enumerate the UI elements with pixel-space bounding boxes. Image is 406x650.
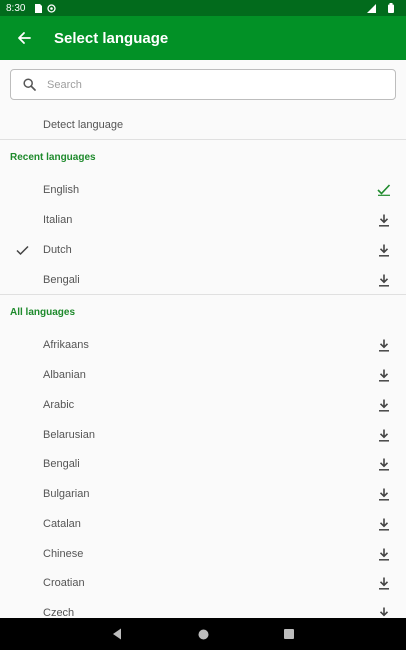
divider (0, 139, 406, 140)
download-icon[interactable] (376, 272, 392, 288)
download-icon[interactable] (376, 242, 392, 258)
language-label: Albanian (43, 369, 86, 381)
language-label: Italian (43, 214, 73, 226)
nav-back-button[interactable] (110, 627, 124, 641)
detect-language-item[interactable]: Detect language (0, 110, 406, 140)
download-icon[interactable] (376, 427, 392, 443)
language-item[interactable]: Albanian (0, 360, 406, 390)
circle-home-icon (198, 629, 208, 639)
arrow-back-icon (18, 32, 31, 44)
search-icon (11, 78, 47, 91)
language-label: Bengali (43, 274, 80, 286)
navigation-bar (0, 618, 406, 650)
language-label: Dutch (43, 244, 72, 256)
download-icon[interactable] (376, 337, 392, 353)
download-icon[interactable] (376, 212, 392, 228)
battery-icon (386, 3, 395, 13)
recent-language-item[interactable]: Italian (0, 205, 406, 235)
downloaded-check-icon (376, 182, 392, 198)
triangle-back-icon (113, 628, 121, 640)
sim-card-icon (33, 3, 42, 13)
recent-language-item[interactable]: English (0, 175, 406, 205)
language-item[interactable]: Bengali (0, 449, 406, 479)
recent-languages-header: Recent languages (10, 152, 96, 163)
status-bar: 8:30 (0, 0, 406, 16)
detect-language-label: Detect language (43, 119, 124, 131)
back-button[interactable] (2, 16, 46, 60)
download-icon[interactable] (376, 367, 392, 383)
sync-icon (47, 3, 57, 13)
search-box[interactable] (10, 69, 396, 100)
language-item[interactable]: Bulgarian (0, 479, 406, 509)
language-label: Catalan (43, 518, 81, 530)
language-label: Chinese (43, 548, 84, 560)
divider (0, 294, 406, 295)
search-input[interactable] (47, 78, 367, 91)
download-icon[interactable] (376, 486, 392, 502)
language-label: English (43, 184, 80, 196)
recent-language-item[interactable]: Dutch (0, 235, 406, 265)
language-label: Bengali (43, 458, 80, 470)
app-bar: Select language (0, 16, 406, 60)
all-languages-header: All languages (10, 307, 76, 318)
language-item[interactable]: Chinese (0, 539, 406, 569)
nav-home-button[interactable] (196, 627, 210, 641)
language-item[interactable]: Afrikaans (0, 330, 406, 360)
language-label: Bulgarian (43, 488, 90, 500)
check-icon (14, 242, 30, 258)
language-item[interactable]: Croatian (0, 568, 406, 598)
language-item[interactable]: Belarusian (0, 420, 406, 450)
download-icon[interactable] (376, 397, 392, 413)
page-title: Select language (54, 29, 169, 47)
language-label: Arabic (43, 399, 75, 411)
download-icon[interactable] (376, 575, 392, 591)
language-item[interactable]: Catalan (0, 509, 406, 539)
language-label: Afrikaans (43, 339, 89, 351)
language-item[interactable]: Arabic (0, 390, 406, 420)
download-icon[interactable] (376, 516, 392, 532)
language-label: Belarusian (43, 429, 95, 441)
nav-recents-button[interactable] (282, 627, 296, 641)
download-icon[interactable] (376, 456, 392, 472)
language-label: Croatian (43, 577, 85, 589)
status-time: 8:30 (6, 2, 26, 14)
signal-icon (367, 3, 376, 13)
recent-language-item[interactable]: Bengali (0, 265, 406, 295)
download-icon[interactable] (376, 546, 392, 562)
square-recents-icon (284, 629, 294, 639)
